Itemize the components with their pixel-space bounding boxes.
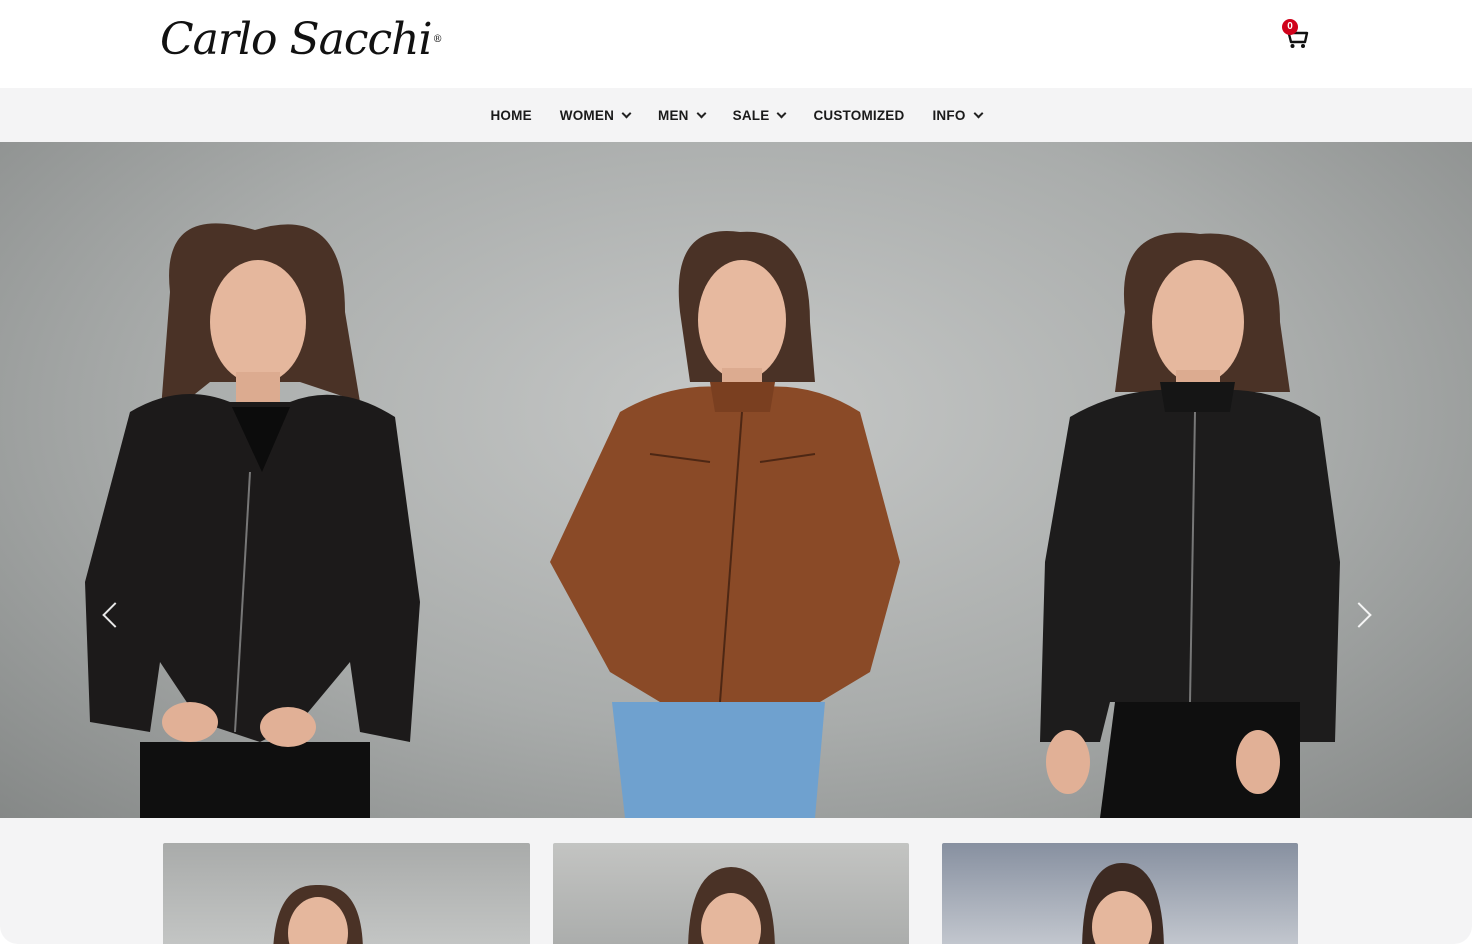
nav-women[interactable]: WOMEN [559,107,632,123]
product-thumbnail-1[interactable] [163,843,530,944]
site-header: Carlo Sacchi® 0 [0,0,1472,88]
hero-slider[interactable] [0,142,1472,818]
thumbnail-image [273,884,363,944]
chevron-down-icon [777,108,787,118]
nav-sale[interactable]: SALE [732,107,787,123]
model-black-racer-jacket [1040,232,1340,818]
nav-home-label: HOME [490,107,532,123]
cart-button[interactable]: 0 [1280,19,1310,50]
main-navigation: HOME WOMEN MEN SALE CUSTOMIZED INFO [0,88,1472,142]
nav-info-label: INFO [932,107,966,123]
nav-info[interactable]: INFO [932,107,983,123]
brand-logo[interactable]: Carlo Sacchi® [160,10,443,70]
nav-home[interactable]: HOME [490,108,531,123]
nav-customized-label: CUSTOMIZED [813,107,905,123]
hero-image [85,223,1340,818]
nav-customized[interactable]: CUSTOMIZED [813,108,904,123]
page: Carlo Sacchi® 0 HOME WOMEN MEN SALE CUST… [0,0,1472,944]
nav-sale-label: SALE [732,107,770,123]
chevron-down-icon [696,108,707,118]
thumbnail-image [1082,863,1164,944]
model-black-biker-jacket [85,223,420,818]
chevron-down-icon [973,108,983,118]
nav-women-label: WOMEN [559,107,615,123]
product-thumbnail-3[interactable] [942,843,1298,944]
product-thumbnail-2[interactable] [553,843,909,944]
chevron-down-icon [621,108,632,118]
cart-count-badge: 0 [1282,19,1298,35]
registered-mark: ® [432,34,443,45]
nav-men[interactable]: MEN [658,107,707,123]
nav-men-label: MEN [658,107,689,123]
brand-logo-text: Carlo Sacchi [160,14,433,65]
model-brown-racer-jacket [550,231,900,818]
thumbnail-image [688,867,775,944]
